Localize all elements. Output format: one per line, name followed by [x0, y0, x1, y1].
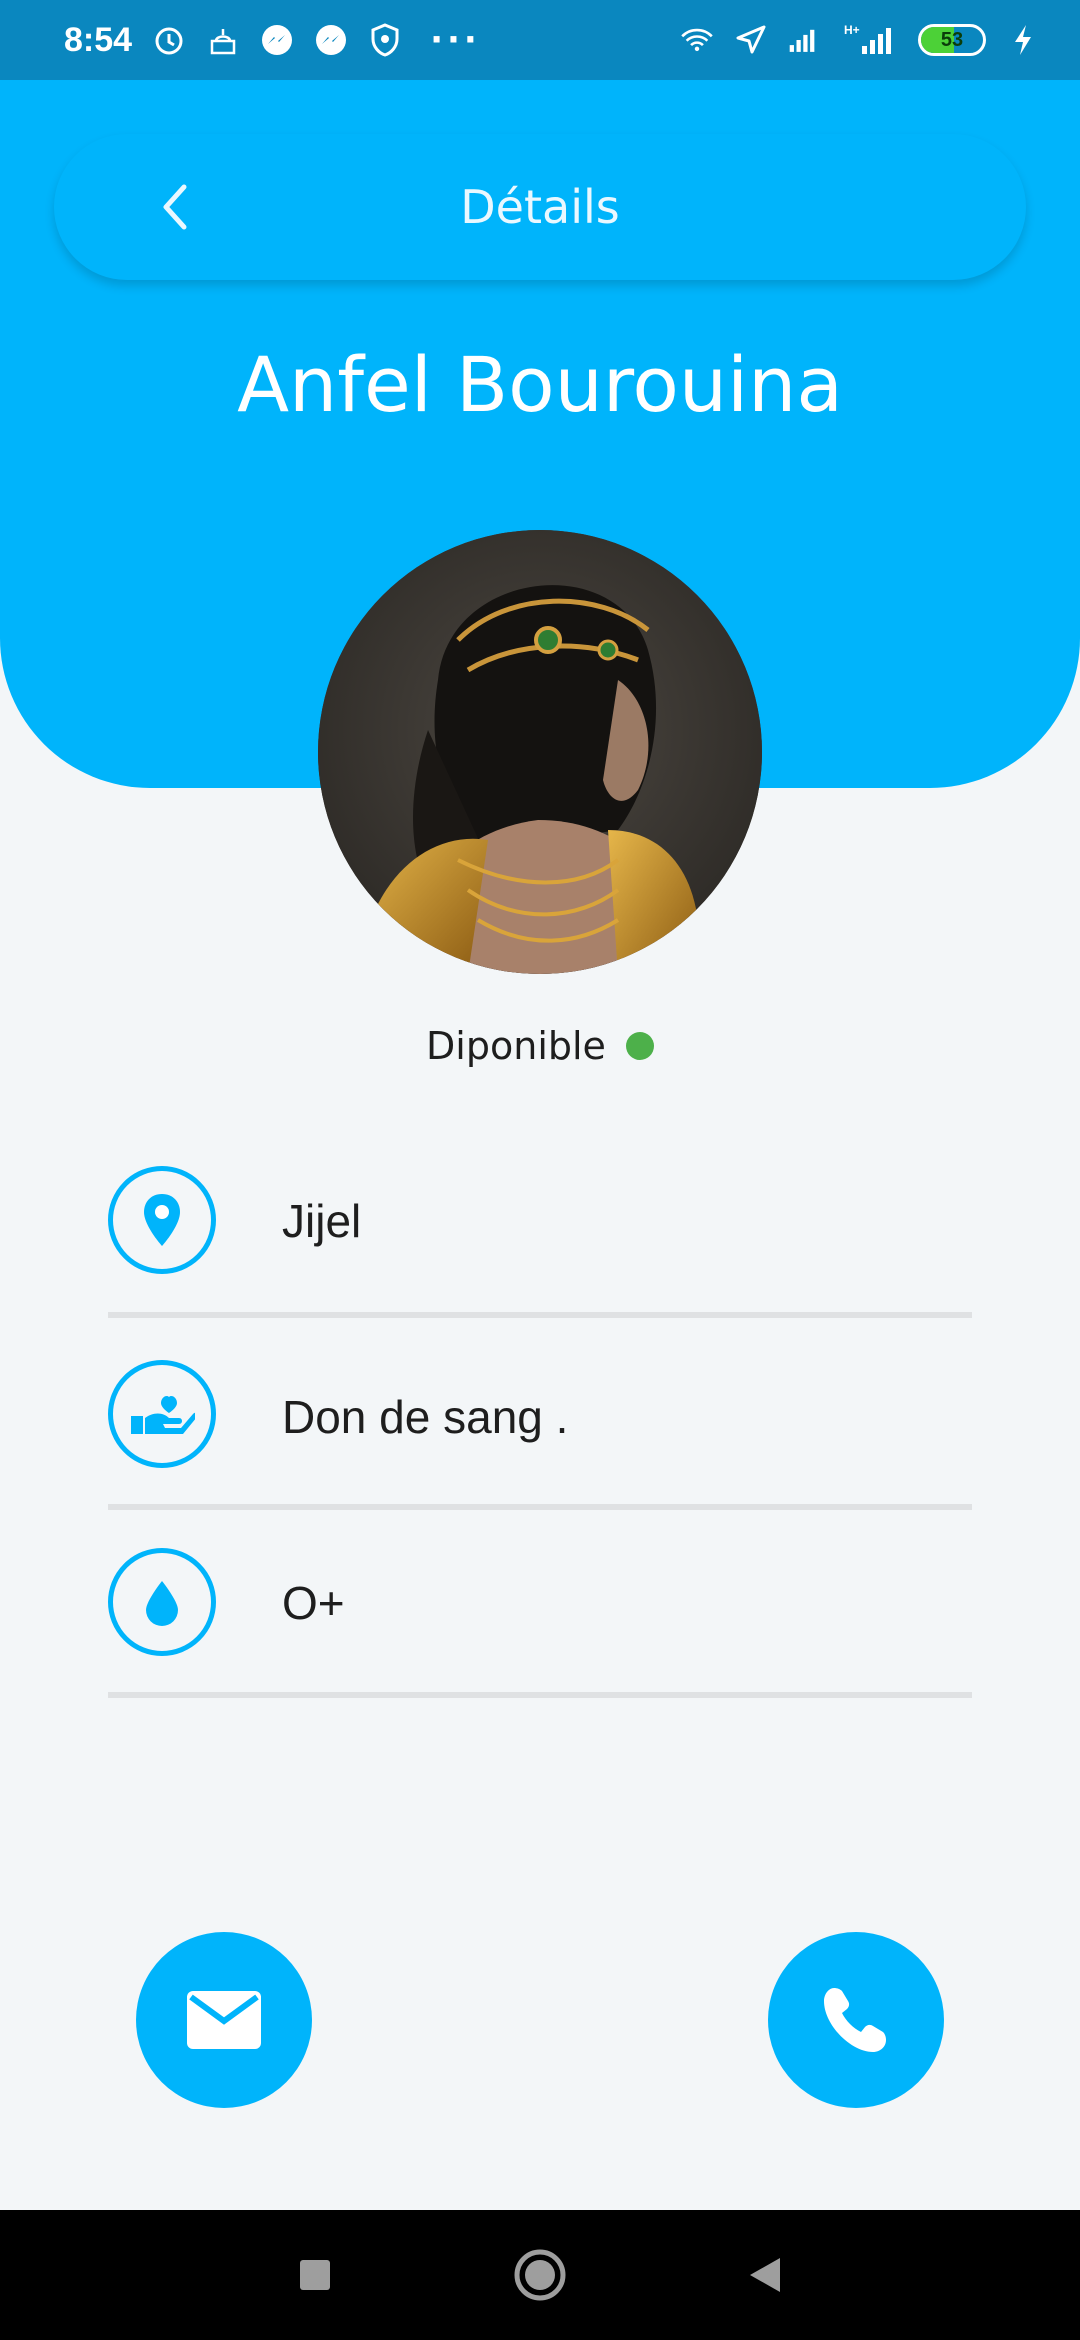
location-pin-icon — [108, 1166, 216, 1274]
signal-icon — [788, 23, 822, 57]
mosque-icon — [206, 23, 240, 57]
divider — [108, 1504, 972, 1510]
phone-icon — [824, 1988, 886, 2052]
mail-icon — [187, 1991, 261, 2049]
availability-status: Diponible — [0, 1024, 1080, 1068]
status-label: Diponible — [426, 1024, 606, 1068]
blood-type-row: O+ — [108, 1548, 972, 1658]
wifi-icon — [680, 23, 714, 57]
back-button[interactable] — [144, 174, 204, 240]
divider — [108, 1312, 972, 1318]
status-bar-right: H+ 53 — [680, 23, 1040, 57]
divider — [108, 1692, 972, 1698]
status-bar: 8:54 ··· H+ 53 — [0, 0, 1080, 80]
profile-name: Anfel Bourouina — [237, 340, 843, 429]
service-row: Don de sang . — [108, 1360, 972, 1470]
avatar-image — [318, 530, 762, 974]
charging-icon — [1006, 23, 1040, 57]
triangle-back-icon — [750, 2258, 780, 2292]
location-icon — [734, 23, 768, 57]
status-time: 8:54 — [64, 20, 133, 59]
alarm-icon — [152, 23, 186, 57]
top-app-bar: Détails — [54, 134, 1026, 280]
more-dots-icon: ··· — [430, 20, 481, 60]
battery-level: 53 — [940, 28, 964, 51]
recent-apps-button[interactable] — [286, 2246, 344, 2304]
call-button[interactable] — [768, 1932, 944, 2108]
avatar — [318, 530, 762, 974]
location-value: Jijel — [282, 1195, 362, 1247]
network-type-label: H+ — [844, 23, 860, 37]
square-icon — [300, 2260, 330, 2290]
messenger-icon — [314, 23, 348, 57]
page-title: Détails — [460, 180, 620, 234]
home-circle-icon — [514, 2249, 566, 2301]
battery-icon: 53 — [918, 24, 986, 56]
location-row: Jijel — [108, 1166, 972, 1276]
blood-drop-icon — [108, 1548, 216, 1656]
service-value: Don de sang . — [282, 1391, 569, 1443]
system-nav-bar — [0, 2210, 1080, 2340]
home-button[interactable] — [511, 2246, 569, 2304]
messenger-icon — [260, 23, 294, 57]
status-dot — [625, 1032, 654, 1060]
blood-type-value: O+ — [282, 1577, 345, 1629]
email-button[interactable] — [136, 1932, 312, 2108]
status-bar-left: 8:54 ··· — [64, 20, 481, 60]
back-nav-button[interactable] — [736, 2246, 794, 2304]
shield-icon — [368, 23, 402, 57]
chevron-left-icon — [163, 184, 187, 230]
donation-hand-icon — [108, 1360, 216, 1468]
hplus-signal-icon: H+ — [842, 23, 898, 57]
